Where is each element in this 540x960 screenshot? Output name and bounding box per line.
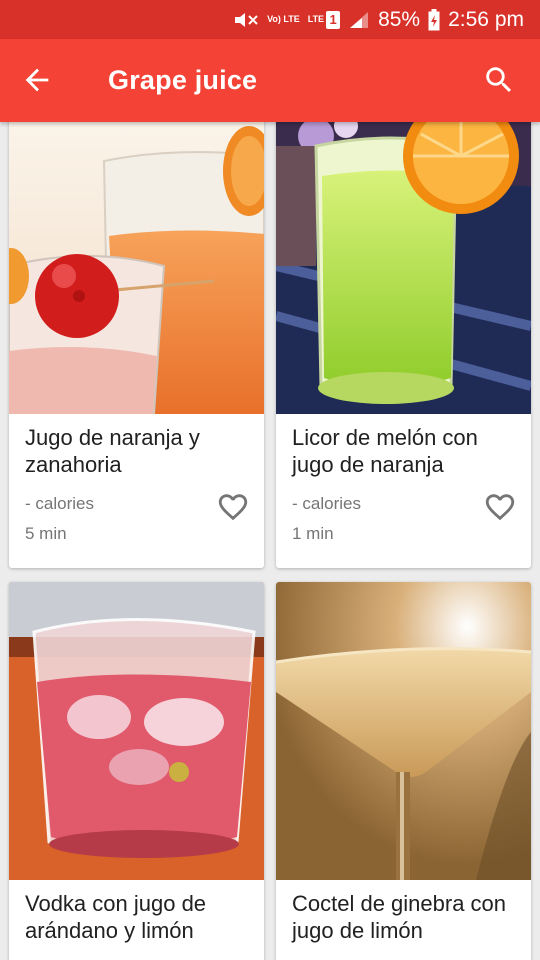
recipe-title: Jugo de naranja y zanahoria xyxy=(25,425,200,477)
recipe-image xyxy=(9,582,264,880)
recipe-card[interactable]: Jugo de naranja y zanahoria - calories 5… xyxy=(9,122,264,568)
recipe-title: Licor de melón con jugo de naranja xyxy=(292,425,478,477)
recipe-title: Coctel de ginebra con jugo de limón xyxy=(292,891,507,943)
volte-indicator: Vo) LTE xyxy=(267,14,300,24)
back-button[interactable] xyxy=(20,63,54,97)
status-icons: Vo) LTE LTE 1 85% 2:56 pm xyxy=(233,0,524,39)
recipe-image xyxy=(276,122,531,414)
battery-charging-icon xyxy=(428,8,440,31)
mute-icon xyxy=(233,11,259,29)
recipe-grid[interactable]: Jugo de naranja y zanahoria - calories 5… xyxy=(0,122,540,960)
recipe-time: 1 min xyxy=(292,524,334,543)
recipe-image xyxy=(9,122,264,414)
recipe-title: Vodka con jugo de arándano y limón xyxy=(25,891,207,943)
signal-icon xyxy=(348,10,370,30)
battery-percent: 85% xyxy=(378,7,421,31)
status-bar: Vo) LTE LTE 1 85% 2:56 pm xyxy=(0,0,540,39)
recipe-card[interactable]: Vodka con jugo de arándano y limón xyxy=(9,582,264,960)
recipe-calories: - calories xyxy=(292,494,361,513)
recipe-image xyxy=(276,582,531,880)
heart-outline-icon xyxy=(218,494,248,521)
favorite-button[interactable] xyxy=(216,490,250,524)
clock: 2:56 pm xyxy=(448,7,524,31)
lte-indicator: LTE 1 xyxy=(307,10,341,29)
sim-indicator: 1 xyxy=(326,10,341,29)
lte-label: LTE xyxy=(307,14,325,24)
recipe-card[interactable]: Licor de melón con jugo de naranja - cal… xyxy=(276,122,531,568)
recipe-card[interactable]: Coctel de ginebra con jugo de limón xyxy=(276,582,531,960)
recipe-calories: - calories xyxy=(25,494,94,513)
page-title: Grape juice xyxy=(108,65,258,95)
search-icon xyxy=(486,67,512,93)
favorite-button[interactable] xyxy=(483,490,517,524)
recipe-time: 5 min xyxy=(25,524,67,543)
app-bar: Grape juice xyxy=(0,39,540,122)
arrow-back-icon xyxy=(25,68,49,92)
search-button[interactable] xyxy=(482,63,516,97)
heart-outline-icon xyxy=(485,494,515,521)
